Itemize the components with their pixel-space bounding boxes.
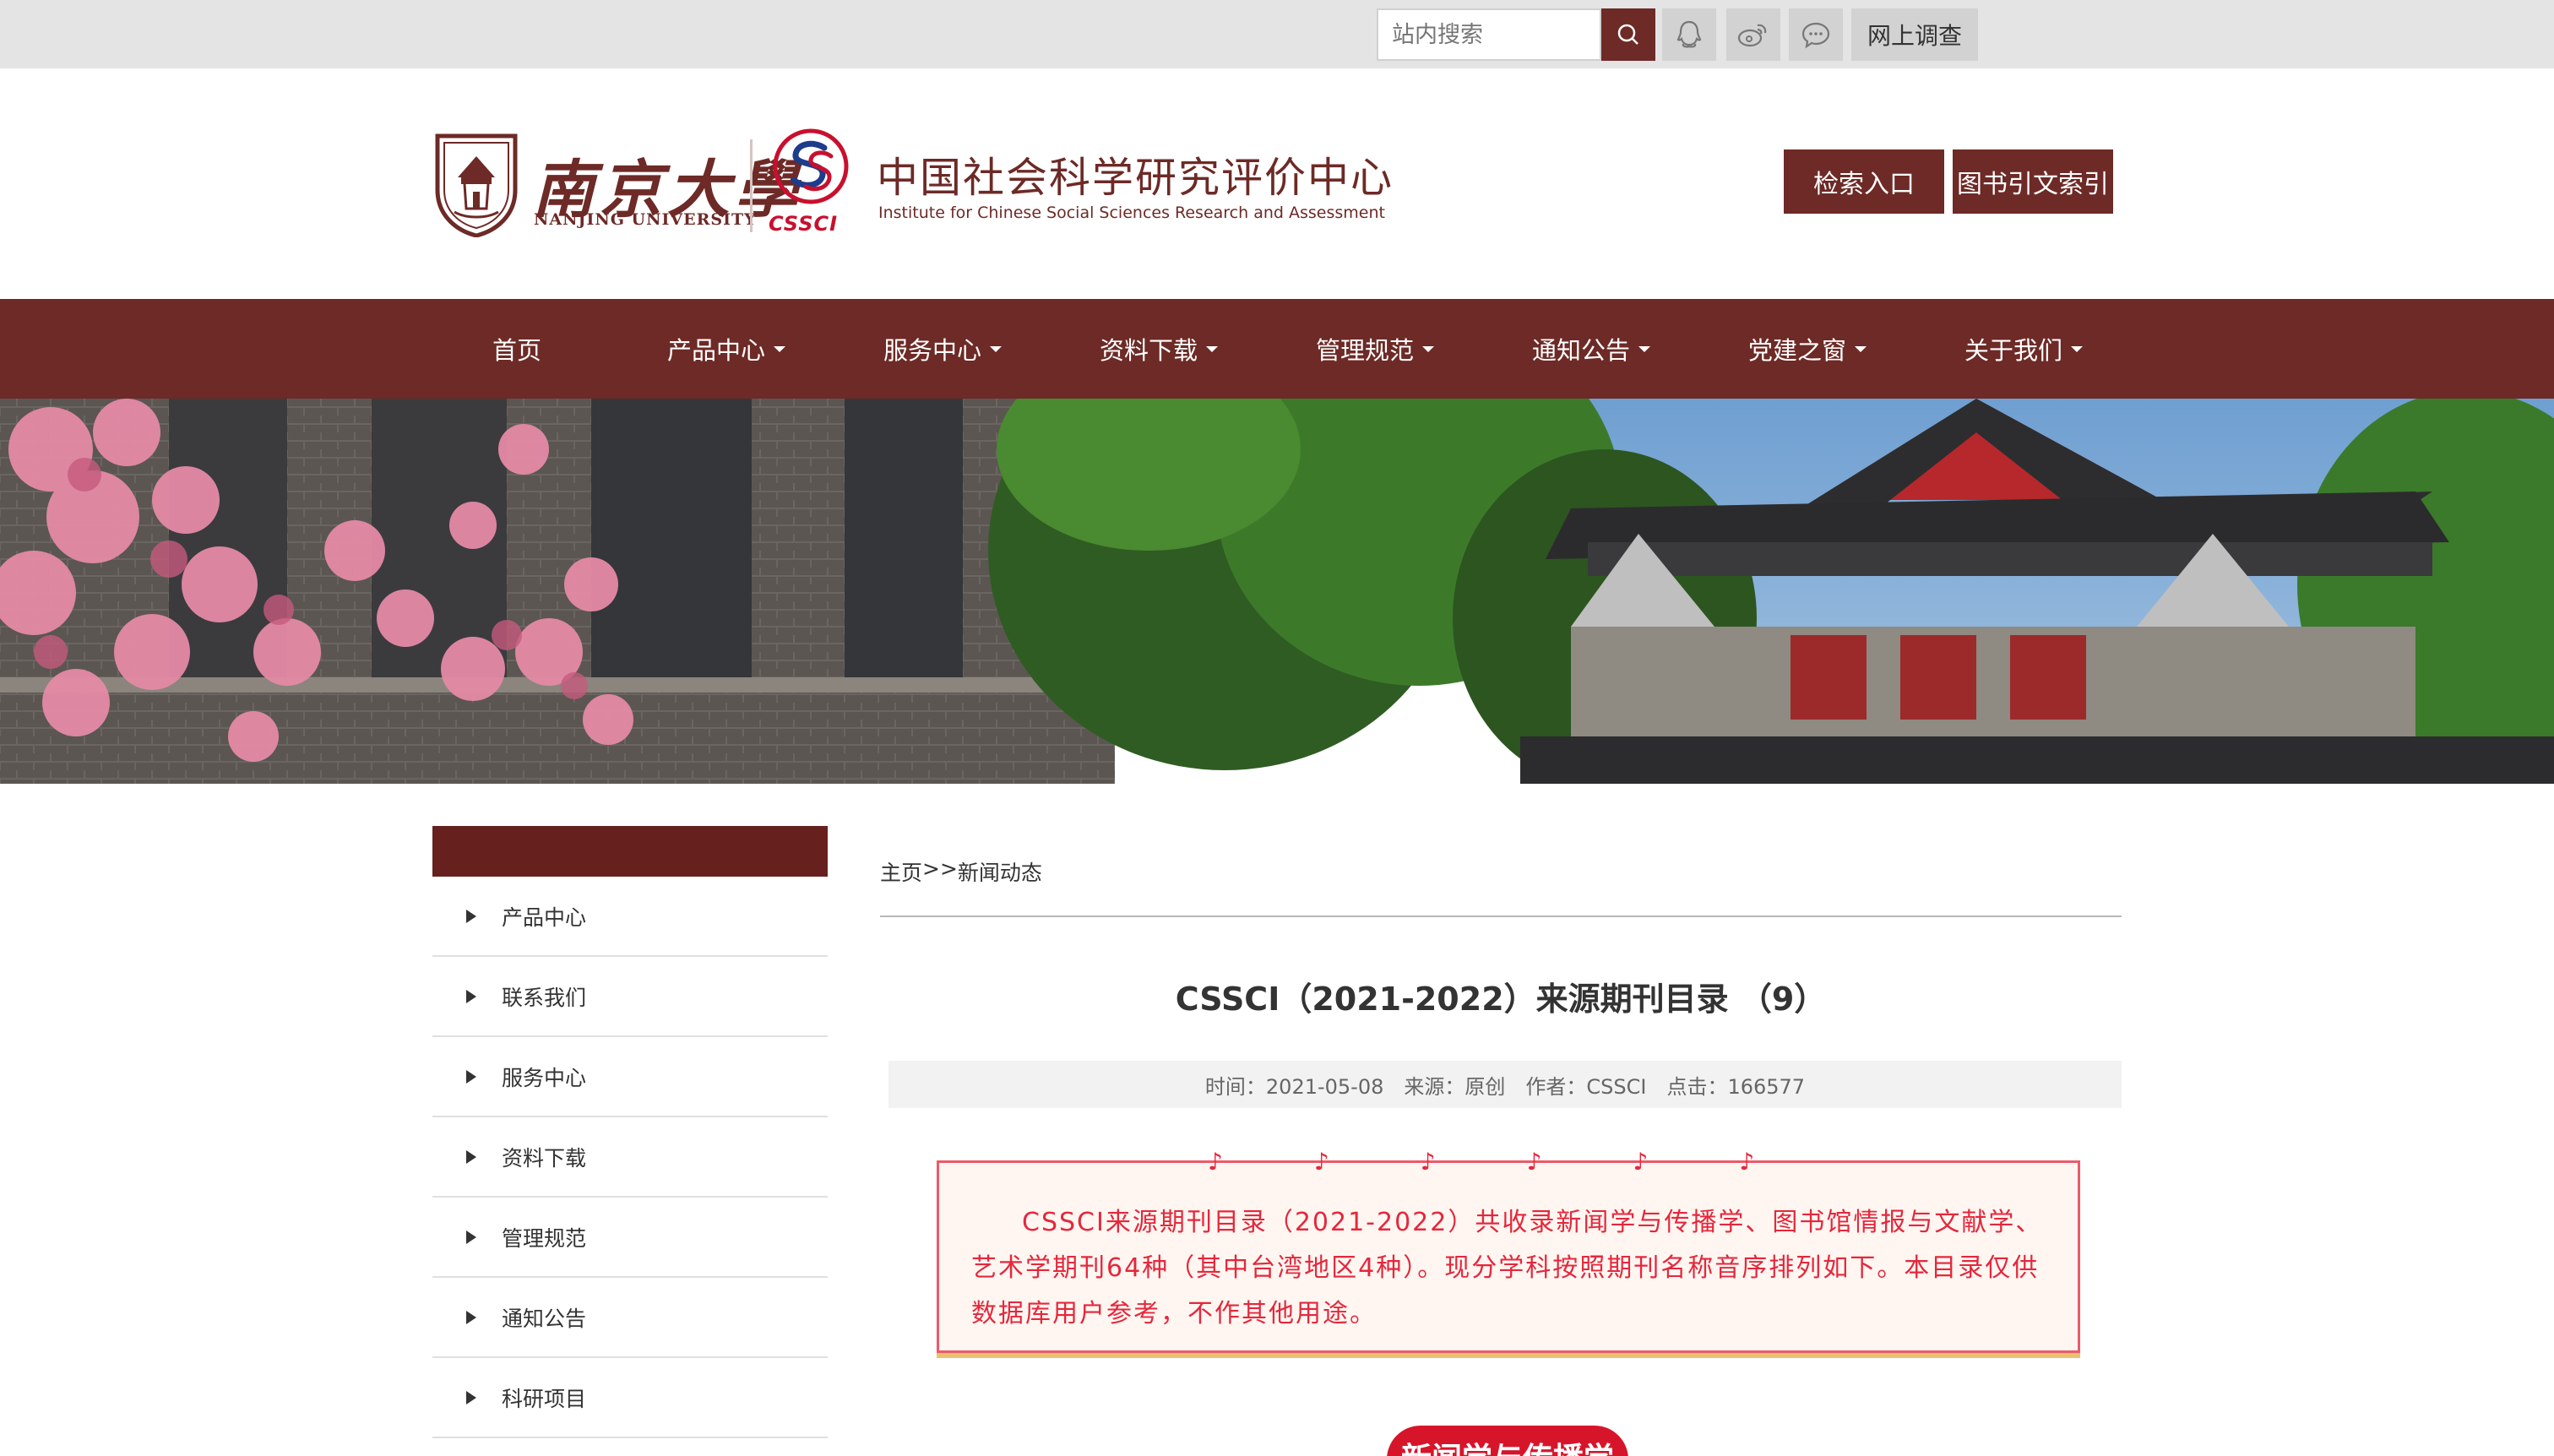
- site-header: 南京大學 NANJING UNIVERSITY CSSCI 中国社会科学研究评价…: [0, 68, 2554, 299]
- nav-item-label: 资料下载: [1099, 336, 1198, 365]
- chevron-down-icon: [1638, 345, 1650, 352]
- music-note-icon: ♪: [1313, 1148, 1329, 1176]
- article-meta-bar: 时间：2021-05-08 来源：原创 作者：CSSCI 点击：166577: [888, 1061, 2122, 1108]
- nav-item-products[interactable]: 产品中心: [642, 299, 811, 399]
- cssci-logo-icon: [773, 128, 849, 204]
- center-name-en: Institute for Chinese Social Sciences Re…: [878, 204, 1385, 222]
- nav-item-label: 首页: [492, 336, 541, 365]
- search-input[interactable]: [1378, 10, 1600, 59]
- sidebar-item-regulations[interactable]: 管理规范: [432, 1198, 828, 1278]
- nav-item-regulations[interactable]: 管理规范: [1291, 299, 1459, 399]
- site-search-box: [1377, 8, 1601, 61]
- book-citation-index-button[interactable]: 图书引文索引: [1953, 149, 2113, 214]
- chevron-down-icon: [1855, 345, 1867, 352]
- article-title: CSSCI（2021-2022）来源期刊目录 （9）: [1175, 981, 1827, 1018]
- music-note-icon: ♪: [1633, 1148, 1649, 1176]
- cssci-logo-text: CSSCI: [769, 212, 839, 236]
- breadcrumb: 主页 >> 新闻动态: [880, 856, 1042, 887]
- online-survey-button[interactable]: 网上调查: [1851, 8, 1978, 61]
- triangle-right-icon: [466, 1149, 476, 1164]
- chevron-down-icon: [774, 345, 785, 352]
- nju-name-en: NANJING UNIVERSITY: [534, 210, 757, 229]
- sidebar-item-contact[interactable]: 联系我们: [432, 957, 828, 1037]
- triangle-right-icon: [466, 989, 476, 1003]
- triangle-right-icon: [466, 1310, 476, 1324]
- nav-item-downloads[interactable]: 资料下载: [1074, 299, 1243, 399]
- sidebar-item-label: 科研项目: [502, 1386, 587, 1411]
- search-button[interactable]: [1601, 8, 1655, 61]
- music-note-icon: ♪: [1208, 1148, 1223, 1176]
- article-time: 时间：2021-05-08: [1204, 1074, 1384, 1099]
- nju-emblem-icon: [435, 133, 518, 237]
- music-note-icon: ♪: [1739, 1148, 1755, 1176]
- breadcrumb-divider: [880, 915, 2122, 917]
- sidebar-header: [432, 826, 828, 877]
- nav-item-services[interactable]: 服务中心: [858, 299, 1027, 399]
- nav-item-notices[interactable]: 通知公告: [1507, 299, 1676, 399]
- sidebar-item-label: 联系我们: [502, 985, 587, 1010]
- search-entry-button[interactable]: 检索入口: [1784, 149, 1944, 214]
- chevron-down-icon: [1206, 345, 1218, 352]
- triangle-right-icon: [466, 1230, 476, 1244]
- breadcrumb-separator: >>: [922, 856, 958, 881]
- wechat-icon: [1801, 22, 1830, 49]
- sidebar-item-downloads[interactable]: 资料下载: [432, 1117, 828, 1198]
- notice-text: CSSCI来源期刊目录（2021-2022）共收录新闻学与传播学、图书馆情报与文…: [971, 1208, 2043, 1328]
- nav-item-label: 产品中心: [666, 336, 765, 365]
- chevron-down-icon: [1422, 345, 1434, 352]
- category-badge: 新闻学与传播学: [1387, 1426, 1628, 1456]
- nav-item-label: 通知公告: [1531, 336, 1630, 365]
- chevron-down-icon: [990, 345, 1002, 352]
- nav-item-label: 服务中心: [883, 336, 981, 365]
- sidebar-item-notices[interactable]: 通知公告: [432, 1278, 828, 1358]
- nav-item-label: 管理规范: [1315, 336, 1414, 365]
- music-note-decoration: ♪ ♪ ♪ ♪ ♪ ♪: [1208, 1150, 1754, 1174]
- header-divider: [750, 139, 753, 232]
- sidebar-item-label: 资料下载: [502, 1145, 587, 1171]
- article-author: 作者：CSSCI: [1525, 1074, 1647, 1099]
- top-utility-bar: 网上调查: [0, 0, 2554, 68]
- campus-banner-image: [0, 399, 2554, 784]
- sidebar-item-research[interactable]: 科研项目: [432, 1358, 828, 1438]
- nav-item-label: 党建之窗: [1747, 336, 1846, 365]
- sidebar-item-label: 管理规范: [502, 1225, 587, 1251]
- triangle-right-icon: [466, 1069, 476, 1084]
- triangle-right-icon: [466, 1390, 476, 1404]
- sidebar-item-label: 服务中心: [502, 1065, 587, 1090]
- weibo-button[interactable]: [1726, 8, 1780, 61]
- sidebar-item-label: 产品中心: [502, 905, 587, 930]
- breadcrumb-current-link[interactable]: 新闻动态: [958, 856, 1042, 887]
- nav-item-party-building[interactable]: 党建之窗: [1723, 299, 1892, 399]
- weibo-icon: [1737, 24, 1767, 47]
- sidebar-item-label: 通知公告: [502, 1306, 587, 1331]
- music-note-icon: ♪: [1526, 1148, 1542, 1176]
- breadcrumb-home-link[interactable]: 主页: [880, 856, 922, 887]
- triangle-right-icon: [466, 909, 476, 923]
- article-source: 来源：原创: [1404, 1074, 1506, 1099]
- sidebar-item-services[interactable]: 服务中心: [432, 1037, 828, 1117]
- main-nav: 首页 产品中心 服务中心 资料下载 管理规范 通知公告 党建之窗 关于我们: [0, 299, 2554, 399]
- sidebar-item-products[interactable]: 产品中心: [432, 877, 828, 957]
- nav-item-home[interactable]: 首页: [449, 299, 584, 399]
- search-icon: [1617, 24, 1638, 45]
- article-clicks: 点击：166577: [1666, 1074, 1806, 1099]
- nav-item-label: 关于我们: [1964, 336, 2062, 365]
- notice-box: CSSCI来源期刊目录（2021-2022）共收录新闻学与传播学、图书馆情报与文…: [937, 1160, 2080, 1353]
- qq-button[interactable]: [1662, 8, 1716, 61]
- chevron-down-icon: [2071, 345, 2083, 352]
- nav-item-about[interactable]: 关于我们: [1939, 299, 2108, 399]
- center-name-cn: 中国社会科学研究评价中心: [877, 154, 1394, 202]
- music-note-icon: ♪: [1420, 1148, 1436, 1176]
- qq-icon: [1676, 20, 1702, 48]
- wechat-button[interactable]: [1789, 8, 1843, 61]
